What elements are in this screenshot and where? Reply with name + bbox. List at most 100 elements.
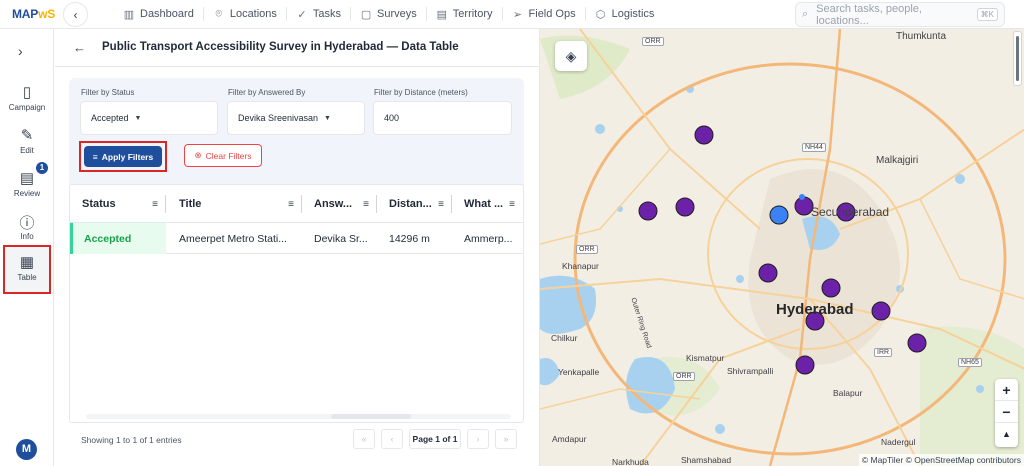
map-label-nadergul: Nadergul: [881, 437, 916, 447]
answered-by-filter-select[interactable]: Devika Sreenivasan ▼: [227, 101, 365, 135]
caret-down-icon: ▼: [324, 114, 331, 122]
rail-item-campaign[interactable]: ▯ Campaign: [3, 83, 51, 112]
filter-icon[interactable]: ≡: [438, 199, 444, 210]
first-page-button[interactable]: «: [353, 429, 375, 449]
rail-item-edit[interactable]: ✎ Edit: [3, 126, 51, 155]
chevron-left-icon: ‹: [390, 434, 394, 444]
nav-label: Tasks: [312, 8, 342, 20]
rail-item-table[interactable]: ▦ Table: [3, 245, 51, 294]
prev-page-button[interactable]: ‹: [381, 429, 403, 449]
global-search-input[interactable]: ⌕ Search tasks, people, locations... ⌘K: [795, 2, 1005, 27]
filter-icon[interactable]: ≡: [363, 199, 369, 210]
column-header-answered-by[interactable]: Answ... ≡: [302, 185, 377, 223]
search-shortcut: ⌘K: [976, 8, 998, 21]
status-filter-value: Accepted: [91, 113, 129, 123]
nav-label: Field Ops: [528, 8, 576, 20]
map-label-narkhuda: Narkhuda: [612, 457, 649, 466]
clipboard-icon: ▢: [360, 8, 372, 21]
filter-icon[interactable]: ≡: [152, 199, 158, 210]
next-page-button[interactable]: ›: [467, 429, 489, 449]
compass-icon: ▲: [1002, 429, 1011, 439]
column-header-title[interactable]: Title ≡: [166, 185, 302, 223]
nav-tasks[interactable]: ✓ Tasks: [287, 0, 350, 28]
map-label-malkajgiri: Malkajgiri: [876, 155, 919, 166]
zoom-out-button[interactable]: −: [995, 401, 1018, 423]
clear-filters-button[interactable]: ⊗ Clear Filters: [184, 144, 262, 167]
page-header: ← Public Transport Accessibility Survey …: [55, 29, 539, 67]
apply-filters-label: Apply Filters: [101, 151, 154, 162]
rail-item-info[interactable]: ⓘ Info: [3, 212, 51, 241]
table-row[interactable]: Accepted Ameerpet Metro Stati... Devika …: [70, 223, 523, 254]
map-canvas: [540, 29, 1024, 466]
nav-locations[interactable]: ⌾ Locations: [204, 0, 286, 28]
clear-filters-label: Clear Filters: [205, 150, 252, 161]
status-filter-select[interactable]: Accepted ▼: [80, 101, 218, 135]
nav-territory[interactable]: ▤ Territory: [427, 0, 502, 28]
apply-filters-button[interactable]: ≡ Apply Filters: [84, 146, 162, 167]
expand-rail-button[interactable]: ›: [18, 43, 23, 59]
map-attribution[interactable]: © MapTiler © OpenStreetMap contributors: [858, 454, 1024, 466]
page-back-button[interactable]: ←: [73, 40, 86, 55]
nav-surveys[interactable]: ▢ Surveys: [351, 0, 426, 28]
map-layers-button[interactable]: ◈: [555, 41, 587, 71]
table-header: Status ≡ Title ≡ Answ... ≡ Distan... ≡ W…: [70, 185, 523, 223]
survey-marker: [638, 201, 658, 221]
chevron-right-icon: ›: [18, 43, 23, 59]
answered-by-filter-label: Filter by Answered By: [228, 88, 306, 97]
status-filter-label: Filter by Status: [81, 88, 135, 97]
column-header-what[interactable]: What ... ≡: [452, 185, 523, 223]
plus-icon: +: [1002, 381, 1011, 398]
double-chevron-left-icon: «: [361, 434, 367, 444]
nav-logistics[interactable]: ⬡ Logistics: [586, 0, 664, 28]
distance-filter-value: 400: [384, 113, 400, 123]
horizontal-scrollbar[interactable]: [86, 414, 511, 419]
distance-filter-input[interactable]: 400: [373, 101, 512, 135]
close-circle-icon: ⊗: [194, 150, 202, 160]
survey-marker: [907, 333, 927, 353]
filter-icon[interactable]: ≡: [509, 199, 515, 210]
last-page-button[interactable]: »: [495, 429, 517, 449]
clipboard-icon: ▯: [22, 84, 32, 101]
nav-field-ops[interactable]: ➢ Field Ops: [503, 0, 585, 28]
map-point: [799, 194, 805, 200]
column-header-distance[interactable]: Distan... ≡: [377, 185, 452, 223]
selected-survey-marker: [769, 205, 789, 225]
reset-north-button[interactable]: ▲: [995, 423, 1018, 445]
box-icon: ⬡: [595, 8, 606, 21]
grid-icon: ▦: [19, 254, 35, 271]
nav-dashboard[interactable]: ▥ Dashboard: [114, 0, 203, 28]
map-icon: ▤: [436, 8, 447, 21]
zoom-in-button[interactable]: +: [995, 379, 1018, 401]
column-header-status[interactable]: Status ≡: [70, 185, 166, 223]
survey-marker: [871, 301, 891, 321]
map-label-balapur: Balapur: [833, 388, 863, 398]
nav-label: Surveys: [377, 8, 417, 20]
map-label-secunderabad: Secunderabad: [811, 205, 890, 219]
app-logo[interactable]: MAPᴡS: [12, 7, 55, 21]
column-title: Answ...: [314, 198, 353, 210]
map-panel-scrollbar[interactable]: [1013, 31, 1022, 86]
arrow-left-icon: ←: [73, 40, 86, 55]
map-shield-nh44: NH44: [802, 143, 826, 152]
survey-map[interactable]: Thumkunta Malkajgiri Secunderabad Hydera…: [539, 29, 1024, 466]
user-avatar[interactable]: M: [16, 439, 37, 460]
scrollbar-thumb[interactable]: [331, 414, 411, 419]
survey-marker: [795, 355, 815, 375]
nav-label: Dashboard: [140, 8, 194, 20]
cell-status: Accepted: [70, 223, 166, 254]
map-label-chilkur: Chilkur: [551, 333, 578, 343]
filter-icon[interactable]: ≡: [288, 199, 294, 210]
survey-marker: [821, 278, 841, 298]
pond: [976, 385, 984, 393]
page-indicator: Page 1 of 1: [409, 429, 461, 449]
map-label-kismatpur: Kismatpur: [686, 353, 725, 363]
survey-marker: [694, 125, 714, 145]
scrollbar-thumb[interactable]: [1016, 36, 1019, 81]
minus-icon: −: [1002, 403, 1011, 420]
pagination: « ‹ Page 1 of 1 › »: [353, 428, 517, 450]
apply-filters-highlight: ≡ Apply Filters: [79, 141, 167, 172]
filter-icon: ≡: [92, 151, 98, 162]
cell-title: Ameerpet Metro Stati...: [179, 232, 287, 245]
back-button[interactable]: ‹: [63, 2, 88, 27]
results-table: Status ≡ Title ≡ Answ... ≡ Distan... ≡ W…: [69, 184, 524, 423]
